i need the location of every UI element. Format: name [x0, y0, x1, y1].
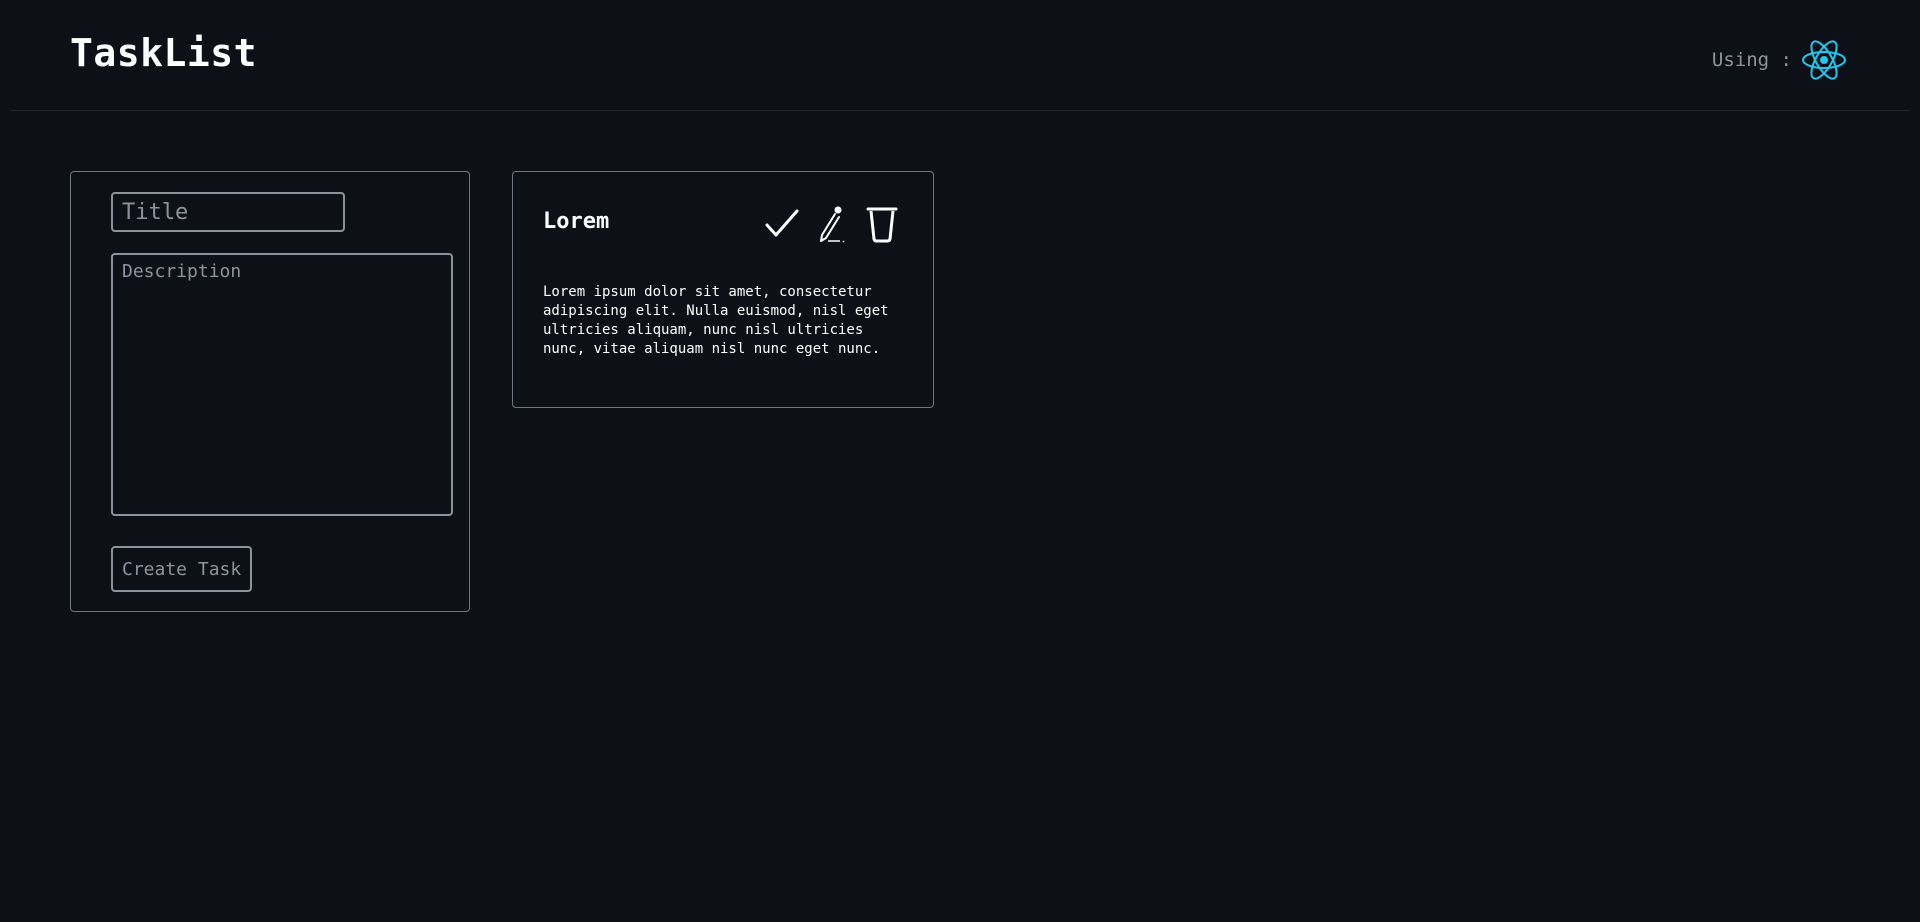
- task-description: Lorem ipsum dolor sit amet, consectetur …: [543, 284, 889, 357]
- app-header: TaskList Using :: [10, 0, 1910, 111]
- delete-task-button[interactable]: [864, 204, 900, 244]
- tech-stack-indicator: Using :: [1712, 36, 1848, 84]
- check-icon: [764, 206, 800, 242]
- complete-task-button[interactable]: [764, 204, 800, 244]
- description-input[interactable]: [111, 253, 453, 516]
- react-logo-icon: [1800, 36, 1848, 84]
- trash-icon: [866, 205, 898, 243]
- edit-task-button[interactable]: [814, 204, 850, 244]
- app-title: TaskList: [70, 31, 258, 75]
- task-form: Create Task: [70, 171, 470, 612]
- task-actions: [764, 204, 900, 244]
- pencil-icon: [816, 205, 848, 243]
- create-task-button[interactable]: Create Task: [111, 546, 253, 592]
- title-input[interactable]: [111, 192, 345, 232]
- task-card: Lorem Lorem ipsum dolor sit amet, consec…: [512, 171, 934, 408]
- task-title: Lorem: [543, 209, 610, 234]
- using-label: Using :: [1711, 49, 1792, 71]
